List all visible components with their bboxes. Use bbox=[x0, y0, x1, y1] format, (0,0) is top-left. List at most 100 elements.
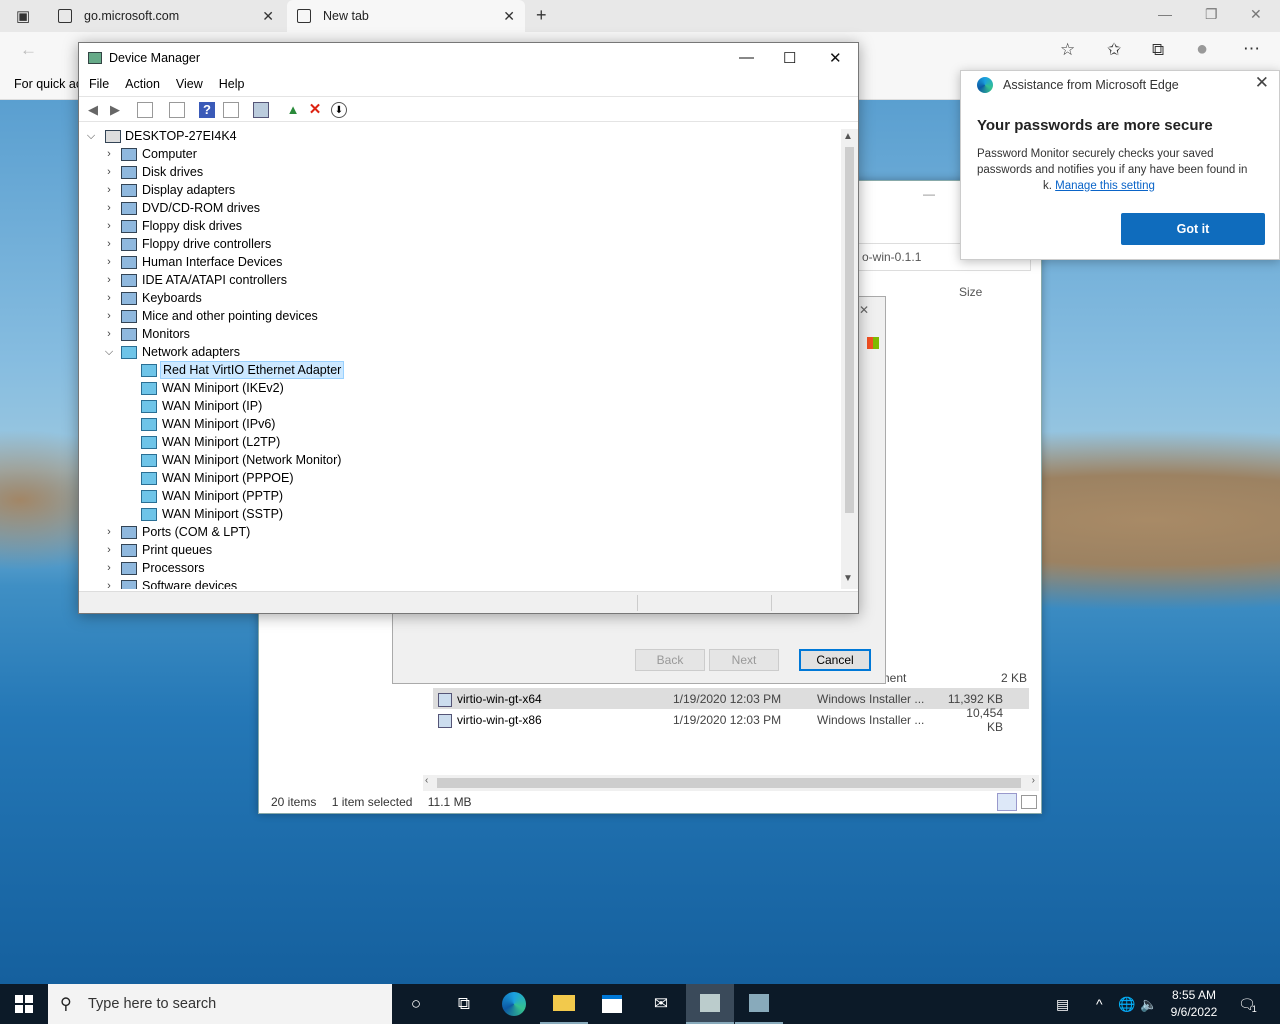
start-button[interactable] bbox=[0, 984, 48, 1024]
file-explorer-taskbar-icon[interactable] bbox=[540, 984, 588, 1024]
chevron-down-icon[interactable]: ⌵ bbox=[103, 346, 115, 359]
browser-tab-microsoft[interactable]: go.microsoft.com ✕ bbox=[48, 0, 284, 32]
chevron-down-icon[interactable]: ⌵ bbox=[85, 130, 97, 143]
got-it-button[interactable]: Got it bbox=[1121, 213, 1265, 245]
tree-device[interactable]: WAN Miniport (L2TP) bbox=[81, 433, 821, 451]
tree-category[interactable]: › Floppy drive controllers bbox=[81, 235, 821, 253]
show-hide-console-tree-icon[interactable] bbox=[137, 102, 153, 118]
chevron-right-icon[interactable]: › bbox=[103, 166, 115, 178]
update-driver-icon[interactable]: ▲ bbox=[285, 102, 301, 118]
tree-category[interactable]: › DVD/CD-ROM drives bbox=[81, 199, 821, 217]
close-tab-icon[interactable]: ✕ bbox=[503, 8, 515, 25]
scroll-thumb[interactable] bbox=[845, 147, 854, 513]
tree-root[interactable]: ⌵ DESKTOP-27EI4K4 bbox=[81, 127, 381, 145]
chevron-right-icon[interactable]: › bbox=[103, 562, 115, 574]
scroll-thumb[interactable] bbox=[437, 778, 1021, 788]
tree-category[interactable]: › Ports (COM & LPT) bbox=[81, 523, 821, 541]
chevron-right-icon[interactable]: › bbox=[103, 238, 115, 250]
tree-device[interactable]: Red Hat VirtIO Ethernet Adapter bbox=[81, 361, 821, 379]
tree-category[interactable]: › Human Interface Devices bbox=[81, 253, 821, 271]
next-button[interactable]: Next bbox=[709, 649, 779, 671]
cortana-icon[interactable]: ○ bbox=[392, 984, 440, 1024]
store-taskbar-icon[interactable] bbox=[588, 984, 636, 1024]
tree-device[interactable]: WAN Miniport (PPTP) bbox=[81, 487, 821, 505]
close-icon[interactable]: ✕ bbox=[1255, 73, 1269, 93]
forward-icon[interactable]: ▶ bbox=[107, 102, 123, 118]
back-icon[interactable]: ◀ bbox=[85, 102, 101, 118]
close-icon[interactable]: ✕ bbox=[1250, 6, 1262, 23]
tree-device[interactable]: WAN Miniport (Network Monitor) bbox=[81, 451, 821, 469]
device-manager-taskbar-icon[interactable] bbox=[735, 984, 783, 1024]
chevron-right-icon[interactable]: › bbox=[103, 328, 115, 340]
menu-view[interactable]: View bbox=[176, 77, 203, 91]
details-view-icon[interactable] bbox=[997, 793, 1017, 811]
menu-file[interactable]: File bbox=[89, 77, 109, 91]
chevron-right-icon[interactable]: › bbox=[103, 580, 115, 589]
show-hidden-icons[interactable]: ^ bbox=[1096, 984, 1103, 1024]
restore-icon[interactable]: ❐ bbox=[1205, 6, 1218, 23]
notifications-icon[interactable]: 🗨 1 bbox=[1238, 984, 1257, 1024]
close-tab-icon[interactable]: ✕ bbox=[262, 8, 274, 25]
browser-tab-new[interactable]: New tab ✕ bbox=[287, 0, 525, 32]
maximize-icon[interactable]: ☐ bbox=[783, 49, 796, 67]
uninstall-device-icon[interactable]: ✕ bbox=[307, 102, 323, 118]
tree-device[interactable]: WAN Miniport (IP) bbox=[81, 397, 821, 415]
scroll-right-icon[interactable]: › bbox=[1032, 775, 1035, 786]
tree-category[interactable]: ⌵ Network adapters bbox=[81, 343, 821, 361]
view-icon[interactable] bbox=[223, 102, 239, 118]
add-favorite-icon[interactable]: ☆ bbox=[1060, 40, 1075, 60]
minimize-icon[interactable]: — bbox=[739, 49, 754, 66]
manage-setting-link[interactable]: Manage this setting bbox=[1055, 180, 1155, 192]
help-icon[interactable]: ? bbox=[199, 102, 215, 118]
chevron-right-icon[interactable]: › bbox=[103, 310, 115, 322]
tree-device[interactable]: WAN Miniport (PPPOE) bbox=[81, 469, 821, 487]
menu-help[interactable]: Help bbox=[219, 77, 245, 91]
scroll-left-icon[interactable]: ‹ bbox=[425, 775, 428, 786]
file-row[interactable]: virtio-win-gt-x64 1/19/2020 12:03 PM Win… bbox=[433, 688, 1029, 709]
scroll-up-icon[interactable]: ▲ bbox=[843, 131, 853, 142]
tree-category[interactable]: › Software devices bbox=[81, 577, 821, 589]
horizontal-scrollbar[interactable]: ‹ › bbox=[423, 775, 1039, 791]
tab-actions-icon[interactable]: ▣ bbox=[16, 7, 30, 25]
volume-icon[interactable]: 🔈 bbox=[1140, 984, 1157, 1024]
close-icon[interactable]: ✕ bbox=[829, 49, 842, 67]
tree-category[interactable]: › Mice and other pointing devices bbox=[81, 307, 821, 325]
large-icons-view-icon[interactable] bbox=[1021, 795, 1037, 809]
network-icon[interactable]: 🌐 bbox=[1118, 984, 1135, 1024]
chevron-right-icon[interactable]: › bbox=[103, 544, 115, 556]
edge-assistance-popup[interactable]: Assistance from Microsoft Edge ✕ Your pa… bbox=[960, 70, 1280, 260]
tree-category[interactable]: › IDE ATA/ATAPI controllers bbox=[81, 271, 821, 289]
back-icon[interactable]: ← bbox=[20, 40, 37, 60]
properties-icon[interactable] bbox=[169, 102, 185, 118]
download-icon[interactable]: ⬇ bbox=[331, 102, 347, 118]
chevron-right-icon[interactable]: › bbox=[103, 202, 115, 214]
vertical-scrollbar[interactable]: ▲ ▼ bbox=[841, 129, 858, 589]
profile-icon[interactable]: ● bbox=[1196, 38, 1208, 61]
mail-taskbar-icon[interactable]: ✉ bbox=[637, 984, 685, 1024]
minimize-icon[interactable]: — bbox=[1158, 6, 1172, 22]
tree-category[interactable]: › Monitors bbox=[81, 325, 821, 343]
chevron-right-icon[interactable]: › bbox=[103, 220, 115, 232]
size-column-header[interactable]: Size bbox=[959, 285, 982, 299]
tree-device[interactable]: WAN Miniport (IPv6) bbox=[81, 415, 821, 433]
close-icon[interactable]: ✕ bbox=[859, 303, 869, 317]
task-view-icon[interactable]: ⧉ bbox=[440, 984, 488, 1024]
edge-taskbar-icon[interactable] bbox=[490, 984, 538, 1024]
menu-action[interactable]: Action bbox=[125, 77, 160, 91]
chevron-right-icon[interactable]: › bbox=[103, 148, 115, 160]
chevron-right-icon[interactable]: › bbox=[103, 184, 115, 196]
collections-icon[interactable]: ⧉ bbox=[1152, 40, 1164, 60]
chevron-right-icon[interactable]: › bbox=[103, 292, 115, 304]
tree-device[interactable]: WAN Miniport (IKEv2) bbox=[81, 379, 821, 397]
scan-hardware-icon[interactable] bbox=[253, 102, 269, 118]
chevron-right-icon[interactable]: › bbox=[103, 526, 115, 538]
taskbar-search[interactable]: ⚲ Type here to search bbox=[48, 984, 392, 1024]
chevron-right-icon[interactable]: › bbox=[103, 256, 115, 268]
scroll-down-icon[interactable]: ▼ bbox=[843, 573, 853, 584]
tree-category[interactable]: › Disk drives bbox=[81, 163, 821, 181]
file-row[interactable]: virtio-win-gt-x86 1/19/2020 12:03 PM Win… bbox=[433, 706, 1029, 734]
setup-taskbar-icon[interactable] bbox=[686, 984, 734, 1024]
cancel-button[interactable]: Cancel bbox=[799, 649, 871, 671]
news-icon[interactable]: ▤ bbox=[1056, 984, 1069, 1024]
tree-category[interactable]: › Keyboards bbox=[81, 289, 821, 307]
